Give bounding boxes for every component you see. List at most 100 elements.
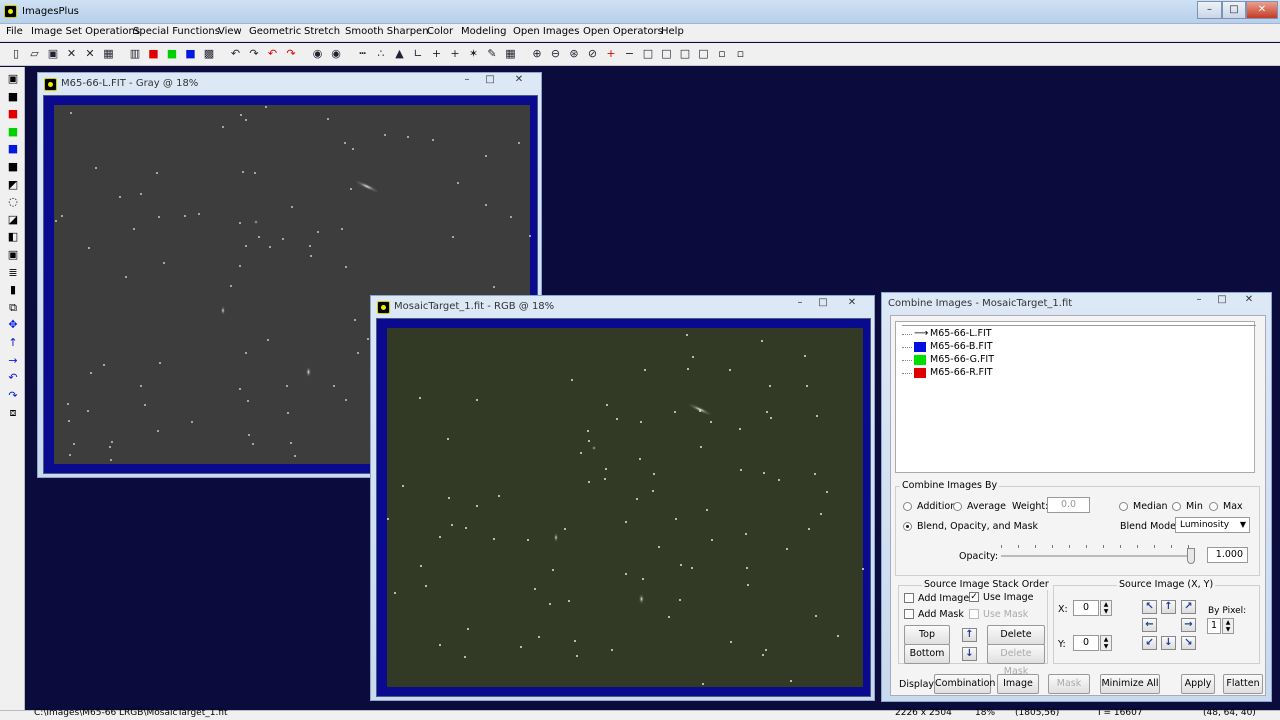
delete-mask-button[interactable]: Delete Mask — [987, 644, 1045, 677]
rgb-channels-icon[interactable]: ▥ — [127, 46, 143, 62]
menu-smooth-sharpen[interactable]: Smooth Sharpen — [345, 26, 429, 37]
bars-icon[interactable]: ≣ — [5, 266, 21, 281]
minus-box-icon[interactable]: − — [622, 46, 638, 62]
add-image-checkbox[interactable] — [904, 593, 914, 603]
blue-channel-icon[interactable]: ■ — [183, 46, 199, 62]
black-square-icon[interactable]: ■ — [5, 90, 21, 105]
list-item[interactable]: M65-66-R.FIT — [902, 367, 1102, 379]
red-channel-icon[interactable]: ■ — [146, 46, 162, 62]
crop-icon[interactable]: ⧉ — [5, 301, 21, 316]
menu-geometric[interactable]: Geometric — [249, 26, 301, 37]
move-up-right-icon[interactable]: ↗ — [1181, 600, 1196, 614]
y-input[interactable]: 0 — [1073, 635, 1099, 651]
move-up-icon[interactable]: ↑ — [1161, 600, 1176, 614]
zoom-fit-icon[interactable]: ⊛ — [566, 46, 582, 62]
black-bar-icon[interactable]: ▮ — [5, 283, 21, 298]
gray-window-maximize-button[interactable]: □ — [479, 74, 501, 87]
zoom-in-icon[interactable]: ⊕ — [529, 46, 545, 62]
close-x-icon[interactable]: ✕ — [64, 46, 80, 62]
mask-icon[interactable]: ◩ — [5, 178, 21, 193]
up-arrow-icon[interactable]: ↑ — [5, 336, 21, 351]
small-square-icon[interactable]: ▫ — [714, 46, 730, 62]
menu-modeling[interactable]: Modeling — [461, 26, 507, 37]
save-icon[interactable]: ▣ — [5, 72, 21, 87]
min-radio[interactable] — [1172, 502, 1181, 511]
rgb-window-minimize-button[interactable]: – — [789, 297, 811, 310]
list-item[interactable]: M65-66-B.FIT — [902, 341, 1102, 353]
blend-mode-select[interactable]: Luminosity ▼ — [1175, 517, 1250, 533]
max-radio[interactable] — [1209, 502, 1218, 511]
sparkle-icon[interactable]: ✶ — [466, 46, 482, 62]
move-left-icon[interactable]: ← — [1142, 618, 1157, 632]
new-icon[interactable]: ▯ — [8, 46, 24, 62]
red-black-icon[interactable]: ■ — [5, 107, 21, 122]
menu-view[interactable]: View — [218, 26, 242, 37]
dialog-maximize-button[interactable]: □ — [1211, 294, 1233, 307]
by-pixel-input[interactable]: 1 — [1207, 618, 1221, 634]
addition-radio[interactable] — [903, 502, 912, 511]
bottom-button[interactable]: Bottom — [904, 644, 950, 664]
menu-file[interactable]: File — [6, 26, 23, 37]
table-icon[interactable]: ▦ — [503, 46, 519, 62]
y-spinner[interactable]: ▲ ▼ — [1100, 635, 1112, 651]
source-image-list[interactable]: ⟶ M65-66-L.FIT M65-66-B.FIT M65-66-G.FIT M65… — [895, 321, 1256, 473]
brightness-icon[interactable]: ◌ — [5, 195, 21, 210]
delete-image-button[interactable]: Delete Image — [987, 625, 1045, 658]
blend-radio[interactable] — [903, 522, 912, 531]
check-icon[interactable]: ✕ — [82, 46, 98, 62]
contrast-icon[interactable]: ◪ — [5, 213, 21, 228]
median-radio[interactable] — [1119, 502, 1128, 511]
small-square-2-icon[interactable]: ▫ — [733, 46, 749, 62]
app-maximize-button[interactable]: □ — [1222, 1, 1246, 19]
green-channel-icon[interactable]: ■ — [164, 46, 180, 62]
curve-icon[interactable]: ∟ — [410, 46, 426, 62]
rotate-left-icon[interactable]: ↶ — [5, 371, 21, 386]
rgb-window-maximize-button[interactable]: □ — [812, 297, 834, 310]
average-radio[interactable] — [953, 502, 962, 511]
menu-open-images[interactable]: Open Images — [513, 26, 579, 37]
square-1-icon[interactable]: □ — [640, 46, 656, 62]
redo-red-icon[interactable]: ↷ — [283, 46, 299, 62]
zoom-reset-icon[interactable]: ⊘ — [585, 46, 601, 62]
use-mask-checkbox[interactable] — [969, 609, 979, 619]
list-item[interactable]: ⟶ M65-66-L.FIT — [902, 328, 1102, 340]
minimize-all-button[interactable]: Minimize All — [1100, 674, 1160, 694]
circle-dot-icon[interactable]: ◉ — [310, 46, 326, 62]
pencil-icon[interactable]: ✎ — [484, 46, 500, 62]
rotate-right-icon[interactable]: ↷ — [5, 389, 21, 404]
menu-image-set-operations[interactable]: Image Set Operations — [31, 26, 140, 37]
square-4-icon[interactable]: □ — [696, 46, 712, 62]
combination-button[interactable]: Combination — [934, 674, 995, 694]
opacity-input[interactable]: 1.000 — [1207, 547, 1248, 563]
undo-icon[interactable]: ↶ — [228, 46, 244, 62]
x-input[interactable]: 0 — [1073, 600, 1099, 616]
green-black-icon[interactable]: ■ — [5, 125, 21, 140]
palette-icon[interactable]: ▩ — [201, 46, 217, 62]
by-pixel-spinner[interactable]: ▲ ▼ — [1222, 618, 1234, 634]
image-button[interactable]: Image — [997, 674, 1039, 694]
menu-color[interactable]: Color — [427, 26, 453, 37]
move-up-icon[interactable]: ↑ — [962, 628, 977, 642]
app-close-button[interactable]: ✕ — [1246, 1, 1278, 19]
move-down-left-icon[interactable]: ↙ — [1142, 636, 1157, 650]
move-down-icon[interactable]: ↓ — [1161, 636, 1176, 650]
target-icon[interactable]: ◉ — [328, 46, 344, 62]
dots-icon[interactable]: ┅ — [355, 46, 371, 62]
square-3-icon[interactable]: □ — [677, 46, 693, 62]
save-icon[interactable]: ▣ — [45, 46, 61, 62]
menu-open-operators[interactable]: Open Operators — [583, 26, 663, 37]
menu-stretch[interactable]: Stretch — [304, 26, 340, 37]
move-icon[interactable]: ✥ — [5, 318, 21, 333]
rgb-window-close-button[interactable]: ✕ — [841, 297, 863, 310]
right-arrow-icon[interactable]: → — [5, 354, 21, 369]
menu-special-functions[interactable]: Special Functions — [133, 26, 220, 37]
menu-help[interactable]: Help — [661, 26, 684, 37]
top-button[interactable]: Top — [904, 625, 950, 645]
rgb-image-canvas[interactable] — [387, 328, 865, 687]
move-down-icon[interactable]: ↓ — [962, 647, 977, 661]
cross-icon[interactable]: + — [429, 46, 445, 62]
open-icon[interactable]: ▱ — [27, 46, 43, 62]
grid-icon[interactable]: + — [447, 46, 463, 62]
use-image-checkbox[interactable]: ✓ — [969, 592, 979, 602]
move-down-right-icon[interactable]: ↘ — [1181, 636, 1196, 650]
